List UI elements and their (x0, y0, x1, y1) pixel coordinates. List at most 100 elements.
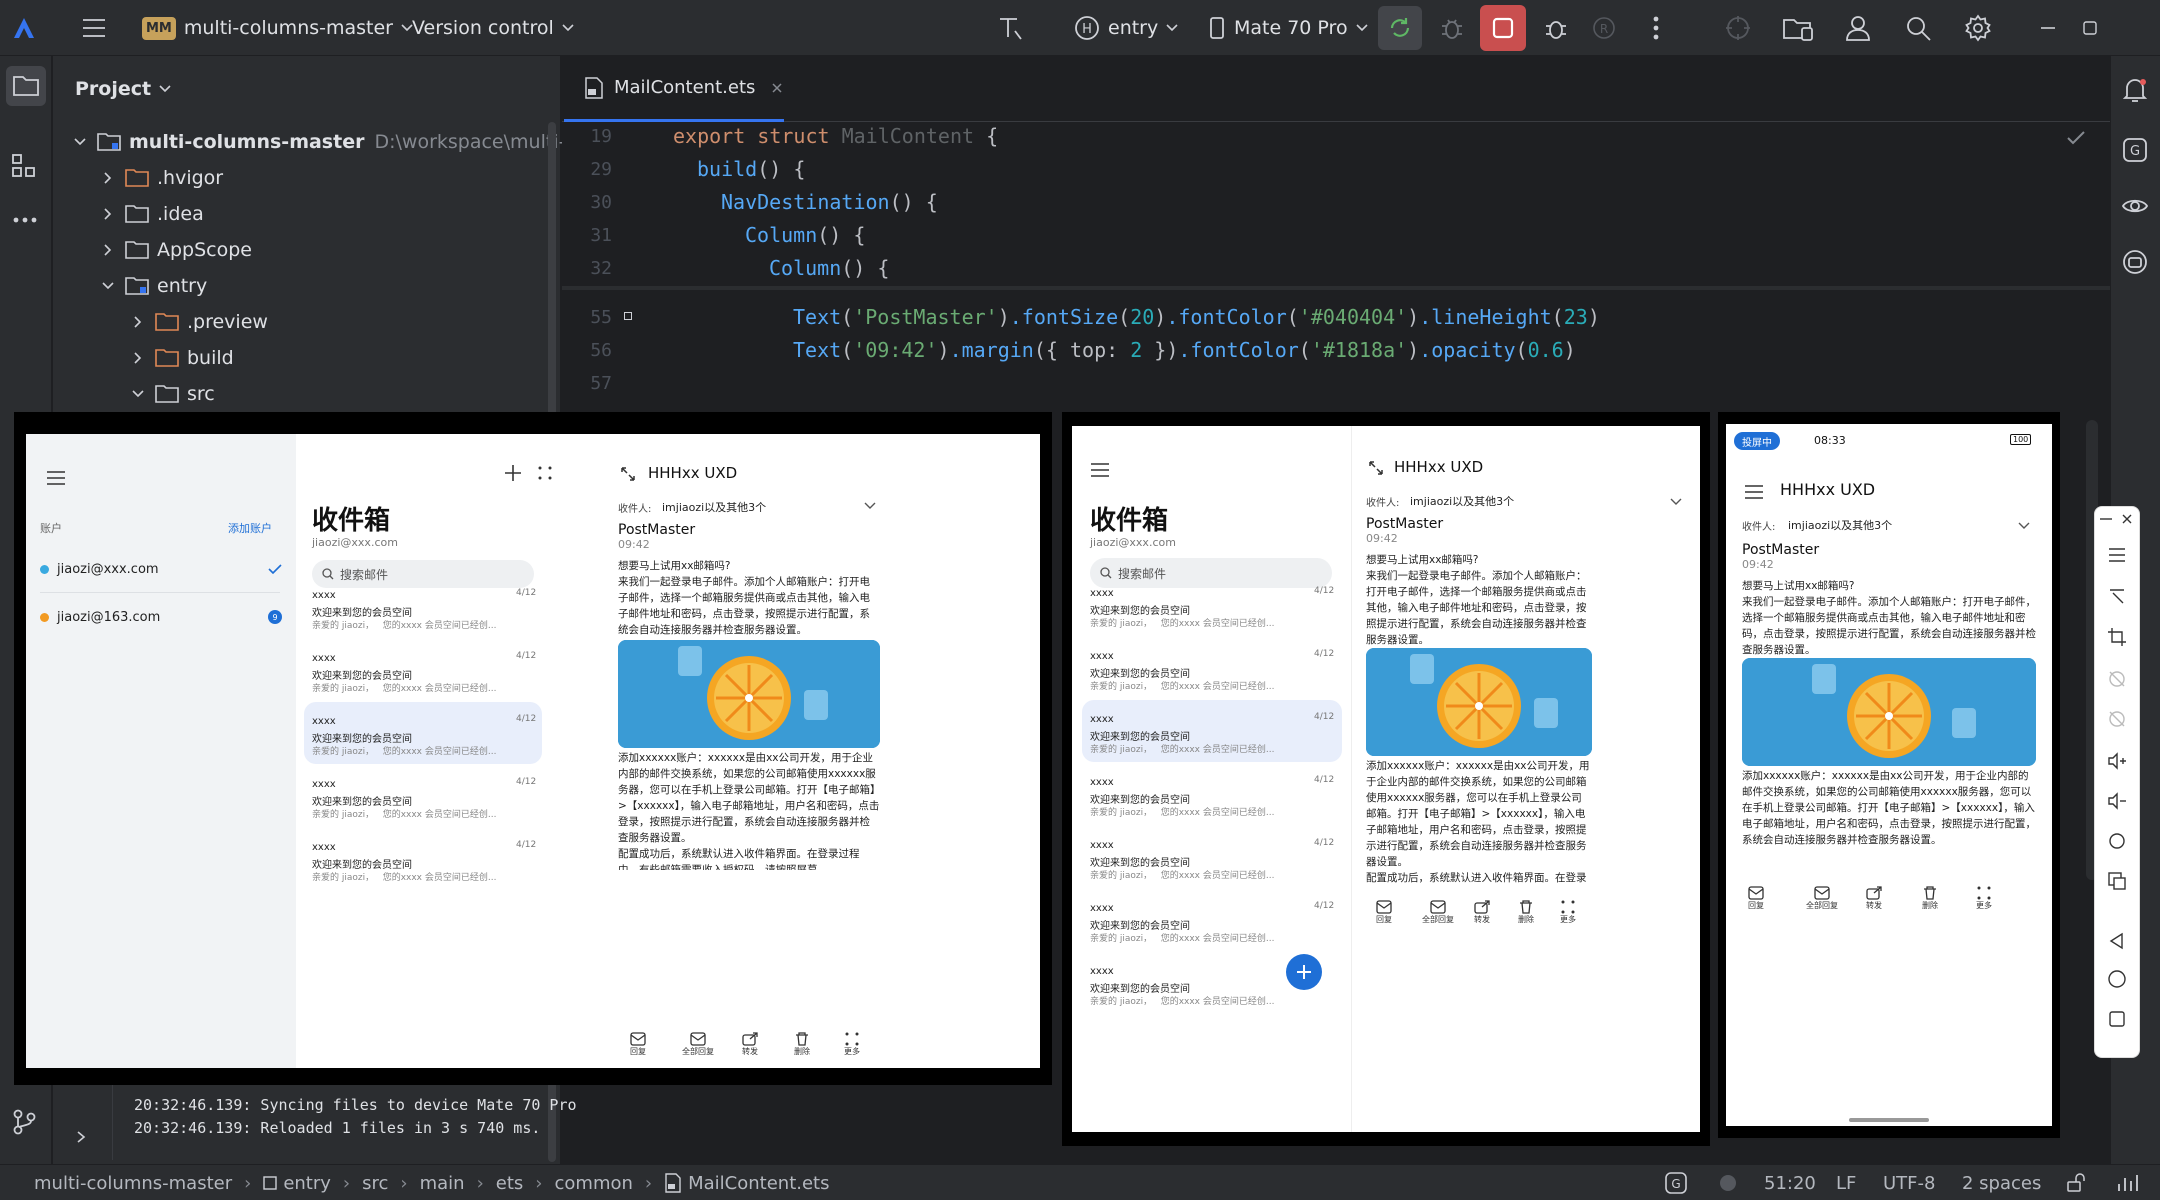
readonly-lock-icon[interactable] (2066, 1165, 2088, 1200)
expand-arrows-icon[interactable] (620, 466, 636, 482)
mail-list-item-selected[interactable]: xxxx 4/12 欢迎来到您的会员空间 亲爱的 jiaozi， 您的xxxx … (304, 702, 542, 764)
main-menu-icon[interactable] (74, 8, 114, 48)
line-separator[interactable]: LF (1836, 1165, 1856, 1200)
more-button[interactable]: 更多 (1560, 900, 1576, 925)
home-icon[interactable] (2107, 969, 2127, 989)
more-button[interactable]: 更多 (844, 1032, 860, 1057)
compose-fab[interactable] (1286, 954, 1322, 990)
breadcrumb-item[interactable]: entry (283, 1173, 331, 1194)
power-icon[interactable] (2107, 831, 2127, 851)
delete-button[interactable]: 删除 (1518, 900, 1534, 925)
debug-icon[interactable] (1432, 8, 1472, 48)
delete-button[interactable]: 删除 (794, 1032, 810, 1057)
volume-down-icon[interactable] (2107, 791, 2127, 811)
tab-mailcontent[interactable]: MailContent.ets (564, 56, 784, 122)
git-tool-icon[interactable] (10, 1108, 38, 1136)
device-selector[interactable]: Mate 70 Pro (1210, 0, 1368, 56)
version-control-menu[interactable]: Version control (412, 0, 574, 56)
crop-icon[interactable] (2107, 627, 2127, 647)
mail-list-item[interactable]: xxxx 4/12 欢迎来到您的会员空间 亲爱的 jiaozi， 您的xxxx … (304, 576, 542, 636)
target-icon[interactable] (1718, 8, 1758, 48)
cursor-position[interactable]: 51:20 (1764, 1165, 1816, 1200)
run-config-selector[interactable]: H entry (1074, 0, 1178, 56)
reply-button[interactable]: 回复 (630, 1032, 646, 1057)
tree-item-preview[interactable]: .preview (127, 304, 268, 340)
breadcrumb-item[interactable]: ets (496, 1173, 524, 1194)
minimize-icon[interactable] (2099, 517, 2113, 521)
file-encoding[interactable]: UTF-8 (1883, 1165, 1935, 1200)
mail-list-item[interactable]: xxxx 4/12 欢迎来到您的会员空间 亲爱的 jiaozi， 您的xxxx … (304, 765, 542, 825)
notifications-bell-icon[interactable] (2121, 76, 2149, 104)
forward-button[interactable]: 转发 (1474, 900, 1490, 925)
account-item[interactable]: jiaozi@xxx.com (34, 546, 288, 592)
mail-list-item[interactable]: xxxx 4/12 欢迎来到您的会员空间 亲爱的 jiaozi， 您的xxxx … (304, 639, 542, 699)
screenshot-icon[interactable] (2107, 871, 2127, 891)
settings-gear-icon[interactable] (1958, 8, 1998, 48)
forward-button[interactable]: 转发 (1866, 886, 1882, 911)
account-item[interactable]: jiaozi@163.com 9 (34, 594, 288, 640)
tree-item-src[interactable]: src (127, 376, 215, 412)
volume-up-icon[interactable] (2107, 751, 2127, 771)
breadcrumb-item[interactable]: MailContent.ets (688, 1173, 829, 1194)
close-icon[interactable] (2121, 513, 2133, 525)
search-icon[interactable] (1898, 8, 1938, 48)
expand-panel-chevron-icon[interactable] (76, 1130, 86, 1144)
compose-plus-icon[interactable] (504, 464, 522, 482)
mail-list-item[interactable]: xxxx 4/12 欢迎来到您的会员空间 亲爱的 jiaozi， 您的xxxx … (1082, 637, 1342, 699)
reply-all-button[interactable]: 全部回复 (1422, 900, 1454, 925)
mail-list-item[interactable]: xxxx 4/12 欢迎来到您的会员空间 亲爱的 jiaozi， 您的xxxx … (1082, 763, 1342, 825)
more-actions-icon[interactable] (1636, 8, 1676, 48)
stop-button[interactable] (1480, 5, 1526, 51)
codegenie-status-icon[interactable]: G (1664, 1165, 1688, 1200)
mail-list-item-selected[interactable]: xxxx 4/12 欢迎来到您的会员空间 亲爱的 jiaozi， 您的xxxx … (1082, 700, 1342, 762)
rotate-left-disabled-icon[interactable] (2107, 669, 2127, 689)
menu-icon[interactable] (2107, 547, 2127, 563)
tree-item-idea[interactable]: .idea (97, 196, 204, 232)
sidebar-menu-icon[interactable] (1090, 462, 1110, 478)
project-panel-header[interactable]: Project (75, 56, 171, 122)
pointer-icon[interactable] (2107, 587, 2127, 607)
tree-item-build[interactable]: build (127, 340, 234, 376)
tree-root[interactable]: multi-columns-master D:\workspace\multi-… (69, 124, 605, 160)
project-tool-icon[interactable] (6, 66, 46, 106)
reply-button[interactable]: 回复 (1748, 886, 1764, 911)
project-switcher[interactable]: MM multi-columns-master (142, 0, 413, 56)
sidebar-menu-icon[interactable] (1744, 484, 1764, 500)
previewer-eye-icon[interactable] (2121, 192, 2149, 220)
breadcrumb-item[interactable]: multi-columns-master (34, 1173, 232, 1194)
reply-all-button[interactable]: 全部回复 (682, 1032, 714, 1057)
attach-debugger-icon[interactable] (1536, 8, 1576, 48)
text-tool-icon[interactable] (990, 8, 1030, 48)
more-grid-icon[interactable] (538, 466, 552, 480)
maximize-window-icon[interactable] (2070, 8, 2110, 48)
close-icon[interactable] (771, 82, 783, 94)
tree-item-hvigor[interactable]: .hvigor (97, 160, 223, 196)
breadcrumb-item[interactable]: main (420, 1173, 465, 1194)
home-indicator[interactable] (1849, 1118, 1929, 1122)
rotate-right-disabled-icon[interactable] (2107, 709, 2127, 729)
no-problems-check-icon[interactable] (2066, 130, 2086, 146)
more-tools-icon[interactable] (12, 216, 38, 224)
mail-list-item[interactable]: xxxx 4/12 欢迎来到您的会员空间 亲爱的 jiaozi， 您的xxxx … (1082, 574, 1342, 636)
expand-arrows-icon[interactable] (1368, 460, 1384, 476)
mail-list-item[interactable]: xxxx 4/12 欢迎来到您的会员空间 亲爱的 jiaozi， 您的xxxx … (1082, 826, 1342, 888)
reply-all-button[interactable]: 全部回复 (1806, 886, 1838, 911)
fold-marker-icon[interactable] (624, 312, 632, 320)
hot-reload-button[interactable] (1378, 6, 1422, 50)
forward-button[interactable]: 转发 (742, 1032, 758, 1057)
codegenie-icon[interactable]: G (2121, 136, 2149, 164)
account-icon[interactable] (1838, 8, 1878, 48)
breadcrumb-item[interactable]: common (555, 1173, 633, 1194)
reply-button[interactable]: 回复 (1376, 900, 1392, 925)
mail-list-item[interactable]: xxxx 4/12 欢迎来到您的会员空间 亲爱的 jiaozi， 您的xxxx … (1082, 889, 1342, 951)
sidebar-menu-icon[interactable] (46, 470, 66, 486)
breadcrumb-item[interactable]: src (362, 1173, 388, 1194)
delete-button[interactable]: 删除 (1922, 886, 1938, 911)
tree-item-entry[interactable]: entry (97, 268, 207, 304)
more-button[interactable]: 更多 (1976, 886, 1992, 911)
assistant-icon[interactable] (2121, 248, 2149, 276)
minimize-window-icon[interactable] (2028, 8, 2068, 48)
back-icon[interactable] (2107, 931, 2127, 951)
device-manager-icon[interactable] (1778, 8, 1818, 48)
chevron-down-icon[interactable] (864, 502, 876, 510)
